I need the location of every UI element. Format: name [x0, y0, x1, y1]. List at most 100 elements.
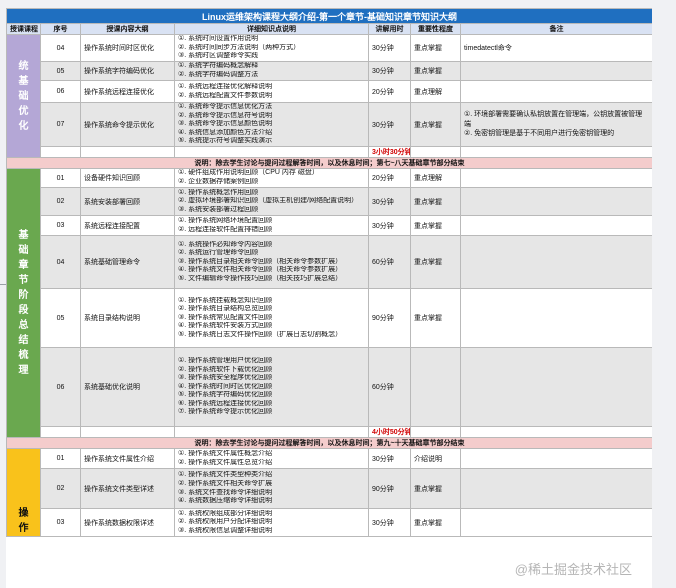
row-time: 20分钟: [368, 80, 411, 103]
row-importance: 重点掌握: [410, 468, 461, 509]
note-text: 说明：除去学生讨论与提问过程解答时间，以及休息时间；第七~八天基础章节部分结束: [6, 157, 652, 169]
row-time: 20分钟: [368, 168, 411, 188]
watermark: @稀土掘金技术社区: [514, 562, 632, 577]
row-seq: 01: [40, 448, 81, 469]
row-time: 30分钟: [368, 34, 411, 62]
row-time: 30分钟: [368, 448, 411, 469]
row-seq: 04: [40, 34, 81, 62]
row-seq: 05: [40, 61, 81, 81]
row-remark: [459, 187, 652, 216]
row-importance: 重点掌握: [410, 187, 461, 216]
row-importance: 重点掌握: [410, 508, 461, 537]
row-importance: 重点掌握: [410, 61, 461, 81]
row-seq: 06: [40, 80, 81, 103]
row-points: ①. 操作系统管理用户优化回顾 ②. 操作系统软件下载优化回顾 ③. 操作系统安全程…: [174, 347, 369, 427]
row-content: 操作系统时间时区优化: [80, 34, 175, 62]
table-row: 02 系统安装部署回顾 ①. 操作系统概念作用回顾 ②. 虚拟环境部署知识回顾（虚…: [7, 187, 652, 216]
row-points: ①. 操作系统概念作用回顾 ②. 虚拟环境部署知识回顾（虚拟主机创建/网络配置说明…: [174, 187, 369, 216]
row-remark: [459, 80, 652, 103]
row-content: 操作系统命令提示优化: [80, 102, 175, 147]
table-row: 03 系统远程连接配置 ①. 操作系统网络环境配置回顾 ②. 远程连接软件配置排错…: [7, 215, 652, 236]
row-remark: [459, 508, 652, 537]
header-content: 授课内容大纲: [80, 23, 175, 35]
row-importance: 重点掌握: [410, 34, 461, 62]
row-seq: 03: [40, 215, 81, 236]
header-section: 授课课程: [6, 23, 41, 35]
note-row: 说明：除去学生讨论与提问过程解答时间，以及休息时间；第七~八天基础章节部分结束: [6, 157, 652, 169]
total-time: 3小时30分钟: [368, 146, 411, 158]
table-row: 06 操作系统远程连接优化 ①. 系统远程连接优化解释说明 ②. 系统远程配置文件…: [7, 80, 652, 103]
total-time: 4小时50分钟: [368, 426, 411, 438]
row-content: 系统远程连接配置: [80, 215, 175, 236]
row-content: 操作系统文件属性介绍: [80, 448, 175, 469]
row-remark: timedatectl命令: [459, 34, 652, 62]
section-label-operations: 操作: [6, 448, 41, 537]
row-points: ①. 系统操作必知命令内容回顾 ②. 系统运行管理命令回顾 ③. 操作系统目录相关命…: [174, 235, 369, 289]
total-row: 4小时50分钟: [7, 426, 652, 438]
row-content: 系统目录结构说明: [80, 288, 175, 348]
row-points: ①. 系统时间设置作用说明 ②. 系统时间同步方法说明（两种方式） ③. 系统时区调…: [174, 34, 369, 62]
row-remark: [459, 468, 652, 509]
row-seq: 03: [40, 508, 81, 537]
row-seq: 01: [40, 168, 81, 188]
table-row: 05 系统目录结构说明 ①. 操作系统挂载概念知识回顾 ②. 操作系统目录结构总览…: [7, 288, 652, 348]
table-row: 06 系统基础优化说明 ①. 操作系统管理用户优化回顾 ②. 操作系统软件下载优化…: [7, 347, 652, 427]
row-points: ①. 操作系统网络环境配置回顾 ②. 远程连接软件配置排错回顾: [174, 215, 369, 236]
row-importance: 重点理解: [410, 168, 461, 188]
row-points: ①. 系统权限组成部分详细说明 ②. 系统权限用户分配详细说明 ③. 系统权限信息调…: [174, 508, 369, 537]
section-label-basic-review: 基础章节阶段总结梳理: [6, 168, 41, 438]
note-text: 说明：除去学生讨论与提问过程解答时间，以及休息时间；第九~十天基础章节部分结束: [6, 437, 652, 449]
row-content: 操作系统数据权限详述: [80, 508, 175, 537]
row-importance: 重点掌握: [410, 235, 461, 289]
row-importance: 重点掌握: [410, 288, 461, 348]
row-importance: 重点掌握: [410, 102, 461, 147]
row-points: ①. 操作系统文件类型种类介绍 ②. 操作系统文件相关命令扩展 ③. 系统文件查找命…: [174, 468, 369, 509]
row-importance: [410, 347, 461, 427]
row-content: 系统基础管理命令: [80, 235, 175, 289]
row-seq: 04: [40, 235, 81, 289]
header-time: 讲解用时: [368, 23, 411, 35]
row-content: 操作系统文件类型详述: [80, 468, 175, 509]
row-points: ①. 操作系统文件属性概念介绍 ②. 操作系统文件属性总览介绍: [174, 448, 369, 469]
row-seq: 02: [40, 187, 81, 216]
row-remark: [459, 61, 652, 81]
row-seq: 02: [40, 468, 81, 509]
table-row: 05 操作系统字符编码优化 ①. 系统字符编码概念解释 ②. 系统字符编码调整方法…: [7, 61, 652, 81]
row-remark: [459, 347, 652, 427]
row-remark: [459, 168, 652, 188]
row-points: ①. 系统远程连接优化解释说明 ②. 系统远程配置文件参数说明: [174, 80, 369, 103]
course-outline-table: Linux运维架构课程大纲介绍-第一个章节-基础知识章节知识大纲 授课课程 序号…: [6, 8, 652, 537]
row-time: 60分钟: [368, 235, 411, 289]
row-content: 设备硬件知识回顾: [80, 168, 175, 188]
row-content: 系统基础优化说明: [80, 347, 175, 427]
row-points: ①. 系统字符编码概念解释 ②. 系统字符编码调整方法: [174, 61, 369, 81]
row-content: 操作系统字符编码优化: [80, 61, 175, 81]
row-points: ①. 系统命令提示信息优化方法 ②. 系统命令提示信息符号说明 ③. 系统命令提示信…: [174, 102, 369, 147]
row-importance: 重点理解: [410, 80, 461, 103]
row-importance: 介绍说明: [410, 448, 461, 469]
row-remark: [459, 448, 652, 469]
row-importance: 重点掌握: [410, 215, 461, 236]
spreadsheet: Linux运维架构课程大纲介绍-第一个章节-基础知识章节知识大纲 授课课程 序号…: [6, 8, 652, 588]
note-row: 说明：除去学生讨论与提问过程解答时间，以及休息时间；第九~十天基础章节部分结束: [6, 437, 652, 449]
table-row: 02 操作系统文件类型详述 ①. 操作系统文件类型种类介绍 ②. 操作系统文件相关…: [7, 468, 652, 509]
header-seq: 序号: [40, 23, 81, 35]
row-time: 30分钟: [368, 215, 411, 236]
header-row: 授课课程 序号 授课内容大纲 详细知识点说明 讲解用时 重要性程度 备注: [6, 23, 652, 35]
row-seq: 05: [40, 288, 81, 348]
header-remark: 备注: [459, 23, 652, 35]
row-seq: 06: [40, 347, 81, 427]
row-time: 90分钟: [368, 288, 411, 348]
table-row: 04 系统基础管理命令 ①. 系统操作必知命令内容回顾 ②. 系统运行管理命令回顾…: [7, 235, 652, 289]
row-points: ①. 硬件组成作用说明回顾（CPU 内存 磁盘） ②. 企业数据存储案例回顾: [174, 168, 369, 188]
total-row: 3小时30分钟: [7, 146, 652, 158]
row-time: 30分钟: [368, 61, 411, 81]
row-time: 30分钟: [368, 187, 411, 216]
row-points: ①. 操作系统挂载概念知识回顾 ②. 操作系统目录结构总览回顾 ③. 操作系统常见配…: [174, 288, 369, 348]
row-remark: ①. 环境部署需要确认私钥放置在管理端，公钥放置被管理端 ②. 免密钥管理是基于不…: [459, 102, 652, 147]
row-time: 30分钟: [368, 102, 411, 147]
table-row: 统基础优化 04 操作系统时间时区优化 ①. 系统时间设置作用说明 ②. 系统时间…: [6, 34, 652, 158]
row-remark: [459, 215, 652, 236]
table-title: Linux运维架构课程大纲介绍-第一个章节-基础知识章节知识大纲: [6, 8, 652, 24]
row-time: 90分钟: [368, 468, 411, 509]
